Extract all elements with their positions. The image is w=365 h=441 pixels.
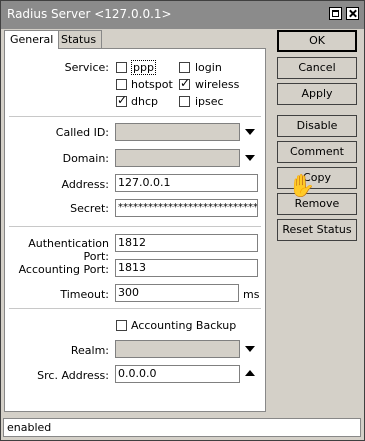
divider — [9, 116, 261, 117]
service-wireless-label: wireless — [195, 78, 240, 91]
secret-field[interactable]: **************************** — [115, 199, 258, 217]
accounting-backup-label: Accounting Backup — [131, 319, 237, 332]
src-address-collapse-icon[interactable] — [245, 370, 255, 376]
comment-button[interactable]: Comment — [277, 141, 357, 163]
divider — [9, 308, 261, 309]
service-wireless-checkbox[interactable] — [179, 76, 190, 90]
realm-dropdown-icon[interactable] — [245, 346, 255, 352]
realm-label: Realm: — [70, 344, 109, 357]
service-dhcp-checkbox[interactable] — [116, 93, 127, 107]
tab-general[interactable]: General — [4, 30, 60, 49]
timeout-unit: ms — [243, 288, 260, 301]
service-label: Service: — [64, 61, 109, 74]
status-bar: enabled — [3, 418, 361, 437]
divider — [9, 226, 261, 227]
service-ppp-checkbox[interactable] — [116, 62, 127, 73]
domain-label: Domain: — [62, 152, 109, 165]
acct-port-label: Accounting Port: — [18, 263, 109, 276]
service-ipsec-label: ipsec — [195, 95, 224, 108]
auth-port-label: Authentication Port: — [28, 237, 109, 263]
domain-dropdown-icon[interactable] — [245, 155, 255, 161]
general-panel: Service: ppp login hotspot wireless dhcp… — [4, 48, 266, 412]
address-label: Address: — [61, 178, 109, 191]
realm-field[interactable] — [115, 340, 240, 358]
src-address-label: Src. Address: — [37, 369, 109, 382]
acct-port-field[interactable]: 1813 — [115, 259, 258, 277]
service-ipsec-checkbox[interactable] — [179, 96, 190, 107]
src-address-field[interactable]: 0.0.0.0 — [115, 365, 240, 383]
address-field[interactable]: 127.0.0.1 — [115, 174, 258, 192]
radius-server-window: Radius Server <127.0.0.1> General Status… — [0, 0, 365, 441]
service-login-checkbox[interactable] — [179, 62, 190, 73]
cancel-button[interactable]: Cancel — [277, 57, 357, 79]
called-id-field[interactable] — [115, 123, 240, 141]
ok-button[interactable]: OK — [277, 30, 357, 52]
close-icon[interactable] — [346, 7, 359, 20]
auth-port-field[interactable]: 1812 — [115, 234, 258, 252]
service-hotspot-label: hotspot — [131, 78, 173, 91]
apply-button[interactable]: Apply — [277, 83, 357, 105]
timeout-field[interactable]: 300 — [115, 284, 239, 302]
called-id-dropdown-icon[interactable] — [245, 129, 255, 135]
title-bar[interactable]: Radius Server <127.0.0.1> — [1, 1, 364, 29]
service-ppp-label: ppp — [131, 60, 156, 75]
secret-label: Secret: — [70, 202, 109, 215]
disable-button[interactable]: Disable — [277, 115, 357, 137]
reset-status-button[interactable]: Reset Status — [277, 219, 357, 241]
called-id-label: Called ID: — [55, 126, 109, 139]
accounting-backup-checkbox[interactable] — [116, 320, 127, 331]
tab-status[interactable]: Status — [55, 30, 103, 48]
maximize-icon[interactable] — [329, 7, 342, 20]
service-login-label: login — [195, 61, 222, 74]
service-hotspot-checkbox[interactable] — [116, 79, 127, 90]
domain-field[interactable] — [115, 149, 240, 167]
service-dhcp-label: dhcp — [131, 95, 158, 108]
window-title: Radius Server <127.0.0.1> — [7, 7, 172, 21]
timeout-label: Timeout: — [60, 288, 109, 301]
hand-cursor-icon: ✋ — [288, 174, 316, 199]
